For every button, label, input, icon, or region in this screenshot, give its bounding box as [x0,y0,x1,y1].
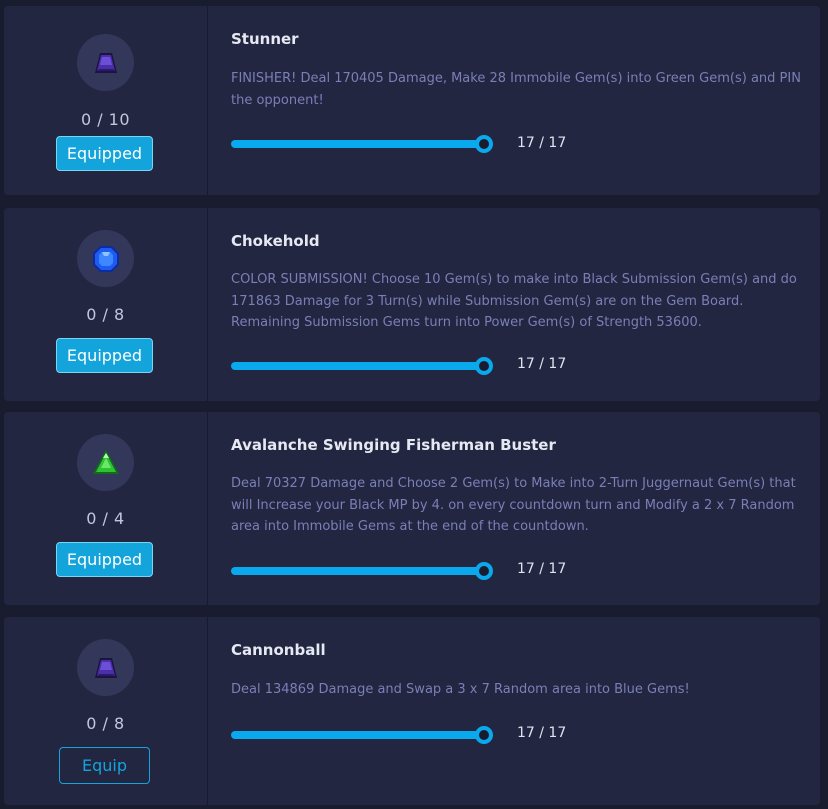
purple-gem-icon [94,657,117,678]
gem-badge [77,434,134,491]
gem-count: 0 / 8 [86,714,125,733]
gem-badge [77,230,134,287]
level-readout: 17 / 17 [517,725,567,741]
equipped-button[interactable]: Equipped [56,136,153,171]
skill-card-info: Chokehold COLOR SUBMISSION! Choose 10 Ge… [208,208,820,401]
skill-card-info: Stunner FINISHER! Deal 170405 Damage, Ma… [208,6,820,195]
level-slider-track [231,362,484,370]
equipped-button[interactable]: Equipped [56,542,153,577]
skill-card-left-panel: 0 / 8 Equipped [4,208,208,401]
level-slider-thumb[interactable] [475,562,493,580]
level-slider-track [231,140,484,148]
level-slider-thumb[interactable] [475,357,493,375]
level-readout: 17 / 17 [517,135,567,151]
level-slider[interactable] [231,135,493,153]
skill-card-left-panel: 0 / 8 Equip [4,617,208,805]
skill-title: Stunner [231,30,299,48]
level-slider[interactable] [231,357,493,375]
skill-card-info: Cannonball Deal 134869 Damage and Swap a… [208,617,820,805]
level-slider-track [231,731,484,739]
green-gem-icon [92,449,119,474]
skill-description: FINISHER! Deal 170405 Damage, Make 28 Im… [231,71,801,108]
level-slider[interactable] [231,726,493,744]
skill-card-left-panel: 0 / 10 Equipped [4,6,208,195]
skill-card-left-panel: 0 / 4 Equipped [4,412,208,605]
skill-card: 0 / 4 Equipped Avalanche Swinging Fisher… [4,412,820,605]
purple-gem-icon [94,52,117,73]
skill-card-info: Avalanche Swinging Fisherman Buster Deal… [208,412,820,605]
skill-description: Deal 70327 Damage and Choose 2 Gem(s) to… [231,476,796,534]
gem-count: 0 / 4 [86,509,125,528]
skill-title: Chokehold [231,232,320,250]
skill-card: 0 / 8 Equipped Chokehold COLOR SUBMISSIO… [4,208,820,401]
skill-title: Avalanche Swinging Fisherman Buster [231,436,556,454]
level-slider-thumb[interactable] [475,135,493,153]
blue-gem-icon [92,245,119,272]
skill-card: 0 / 10 Equipped Stunner FINISHER! Deal 1… [4,6,820,195]
skill-description: COLOR SUBMISSION! Choose 10 Gem(s) to ma… [231,272,797,330]
skill-title: Cannonball [231,641,326,659]
gem-count: 0 / 8 [86,305,125,324]
gem-count: 0 / 10 [80,110,131,129]
equipped-button[interactable]: Equipped [56,338,153,373]
level-slider-thumb[interactable] [475,726,493,744]
skill-card: 0 / 8 Equip Cannonball Deal 134869 Damag… [4,617,820,805]
gem-badge [77,639,134,696]
level-readout: 17 / 17 [517,356,567,372]
gem-badge [77,34,134,91]
equip-button[interactable]: Equip [59,747,150,784]
skill-description: Deal 134869 Damage and Swap a 3 x 7 Rand… [231,682,690,697]
level-slider[interactable] [231,562,493,580]
level-slider-track [231,567,484,575]
level-readout: 17 / 17 [517,561,567,577]
